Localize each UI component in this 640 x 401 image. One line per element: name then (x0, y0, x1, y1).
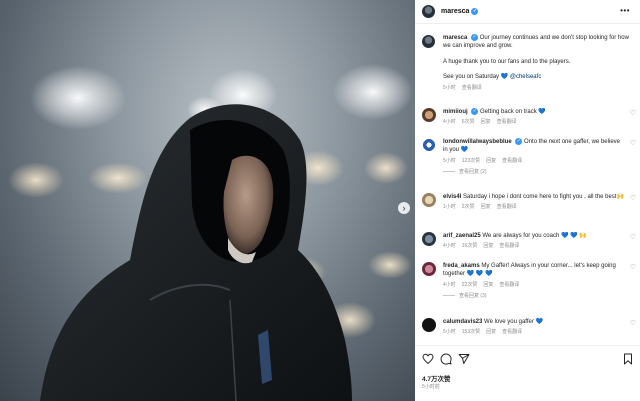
commenter-username[interactable]: calumdavis23 (443, 319, 482, 325)
commenter-avatar[interactable] (422, 138, 436, 152)
comment-text: We love you gaffer 💙 (484, 319, 543, 325)
see-translation-link[interactable]: 查看翻译 (499, 243, 519, 249)
post-photo[interactable]: › (0, 0, 415, 401)
comment-meta: 4小时 16次赞 回复 查看翻译 (443, 242, 625, 250)
share-icon[interactable] (458, 353, 470, 365)
verified-badge-icon: ✓ (471, 8, 479, 15)
commenter-avatar[interactable] (422, 193, 436, 207)
verified-badge-icon: ✓ (471, 34, 479, 41)
comment-meta: 4小时 22次赞 回复 查看翻译 (443, 281, 625, 289)
author-avatar[interactable] (422, 5, 435, 18)
blue-heart-emoji: 💙 (500, 74, 509, 81)
bookmark-icon[interactable] (622, 353, 634, 365)
commenter-username[interactable]: arif_zaenal25 (443, 233, 481, 239)
caption-line-3: See you on Saturday 💙 @chelseafc (443, 73, 634, 81)
post-header: maresca ✓ ••• (415, 0, 640, 24)
comment-likes[interactable]: 153次赞 (462, 329, 480, 335)
caption-text-3: See you on Saturday (443, 74, 500, 81)
comment: londonwillalwaysbeblue ✓ Onto the next o… (422, 138, 640, 177)
like-comment-heart-icon[interactable]: ♡ (630, 140, 636, 148)
reply-button[interactable]: 回复 (481, 204, 491, 210)
reply-button[interactable]: 回复 (486, 158, 496, 164)
post-footer: 4.7万次赞 5小时前 (415, 345, 640, 401)
reply-button[interactable]: 回复 (486, 329, 496, 335)
comment-meta: 5小时 153次赞 回复 查看翻译 (443, 328, 625, 336)
verified-badge-icon: ✓ (515, 138, 523, 145)
comment-text: We are always for you coach 💙 💙 🙌 (482, 233, 587, 239)
comment-likes[interactable]: 16次赞 (462, 243, 478, 249)
commenter-avatar[interactable] (422, 108, 436, 122)
post-side-panel: maresca ✓ ••• maresca ✓ Our journey conti… (415, 0, 640, 401)
commenter-username[interactable]: elvis4l (443, 194, 461, 200)
comment-likes[interactable]: 123次赞 (462, 158, 480, 164)
author-username[interactable]: maresca ✓ (441, 8, 479, 15)
reply-button[interactable]: 回复 (481, 119, 491, 125)
comment-meta: 4小时 6次赞 回复 查看翻译 (443, 118, 625, 126)
view-replies-link[interactable]: 查看回复 (3) (443, 292, 640, 300)
like-comment-heart-icon[interactable]: ♡ (630, 320, 636, 328)
chevron-right-icon: › (402, 202, 406, 213)
comment: freda_akams My Gaffer! Always in your co… (422, 262, 640, 301)
comment-likes[interactable]: 2次赞 (462, 204, 475, 210)
author-username-text[interactable]: maresca (441, 8, 469, 15)
next-photo-button[interactable]: › (398, 202, 410, 214)
comment-meta: 1小时 2次赞 回复 查看翻译 (443, 203, 625, 211)
commenter-avatar[interactable] (422, 318, 436, 332)
see-translation-link[interactable]: 查看翻译 (462, 85, 482, 91)
caption-username[interactable]: maresca (443, 35, 467, 41)
comment-time: 5小时 (443, 329, 456, 336)
post-caption: maresca ✓ Our journey continues and we d… (422, 34, 634, 92)
commenter-avatar[interactable] (422, 232, 436, 246)
caption-time: 5小时 (443, 84, 456, 91)
like-comment-heart-icon[interactable]: ♡ (630, 110, 636, 118)
view-replies-link[interactable]: 查看回复 (2) (443, 168, 640, 176)
commenter-avatar[interactable] (422, 262, 436, 276)
see-translation-link[interactable]: 查看翻译 (502, 158, 522, 164)
caption-text-2: A huge thank you to our fans and to the … (443, 58, 571, 65)
comment: arif_zaenal25 We are always for you coac… (422, 232, 640, 251)
caption-line-1: maresca ✓ Our journey continues and we d… (443, 34, 634, 51)
comment-icon[interactable] (440, 353, 452, 365)
comment: mimiiouj ✓ Getting back on track 💙 4小时 6次… (422, 108, 640, 127)
heart-icon[interactable] (422, 353, 434, 365)
like-comment-heart-icon[interactable]: ♡ (630, 195, 636, 203)
comment-time: 4小时 (443, 243, 456, 250)
see-translation-link[interactable]: 查看翻译 (502, 329, 522, 335)
like-comment-heart-icon[interactable]: ♡ (630, 264, 636, 272)
comment-time: 5小时 (443, 157, 456, 164)
comment-time: 1小时 (443, 204, 456, 211)
reply-button[interactable]: 回复 (483, 282, 493, 288)
comment-text: Getting back on track 💙 (480, 109, 546, 115)
see-translation-link[interactable]: 查看翻译 (497, 204, 517, 210)
post-likes-count[interactable]: 4.7万次赞 (422, 373, 451, 383)
see-translation-link[interactable]: 查看翻译 (497, 119, 517, 125)
comment-meta: 5小时 123次赞 回复 查看翻译 (443, 157, 625, 165)
see-translation-link[interactable]: 查看翻译 (499, 282, 519, 288)
mention-link[interactable]: @chelseafc (510, 74, 541, 80)
comment-likes[interactable]: 22次赞 (462, 282, 478, 288)
comment-likes[interactable]: 6次赞 (462, 119, 475, 125)
comment-time: 4小时 (443, 119, 456, 126)
commenter-username[interactable]: freda_akams (443, 263, 480, 269)
commenter-username[interactable]: mimiiouj (443, 109, 468, 115)
comment-text: Saturday i hope i dont come here to figh… (463, 194, 624, 200)
commenter-username[interactable]: londonwillalwaysbeblue (443, 139, 512, 145)
comment: calumdavis23 We love you gaffer 💙 5小时 153… (422, 318, 640, 337)
comment: elvis4l Saturday i hope i dont come here… (422, 193, 640, 212)
like-comment-heart-icon[interactable]: ♡ (630, 234, 636, 242)
post-timestamp: 5小时前 (422, 384, 440, 390)
comment-time: 4小时 (443, 281, 456, 288)
photo-scene (8, 64, 413, 401)
caption-avatar[interactable] (422, 35, 435, 48)
caption-meta: 5小时 查看翻译 (443, 84, 634, 92)
verified-badge-icon: ✓ (471, 108, 479, 115)
reply-button[interactable]: 回复 (483, 243, 493, 249)
action-bar (422, 353, 634, 365)
more-options-icon[interactable]: ••• (620, 6, 630, 15)
